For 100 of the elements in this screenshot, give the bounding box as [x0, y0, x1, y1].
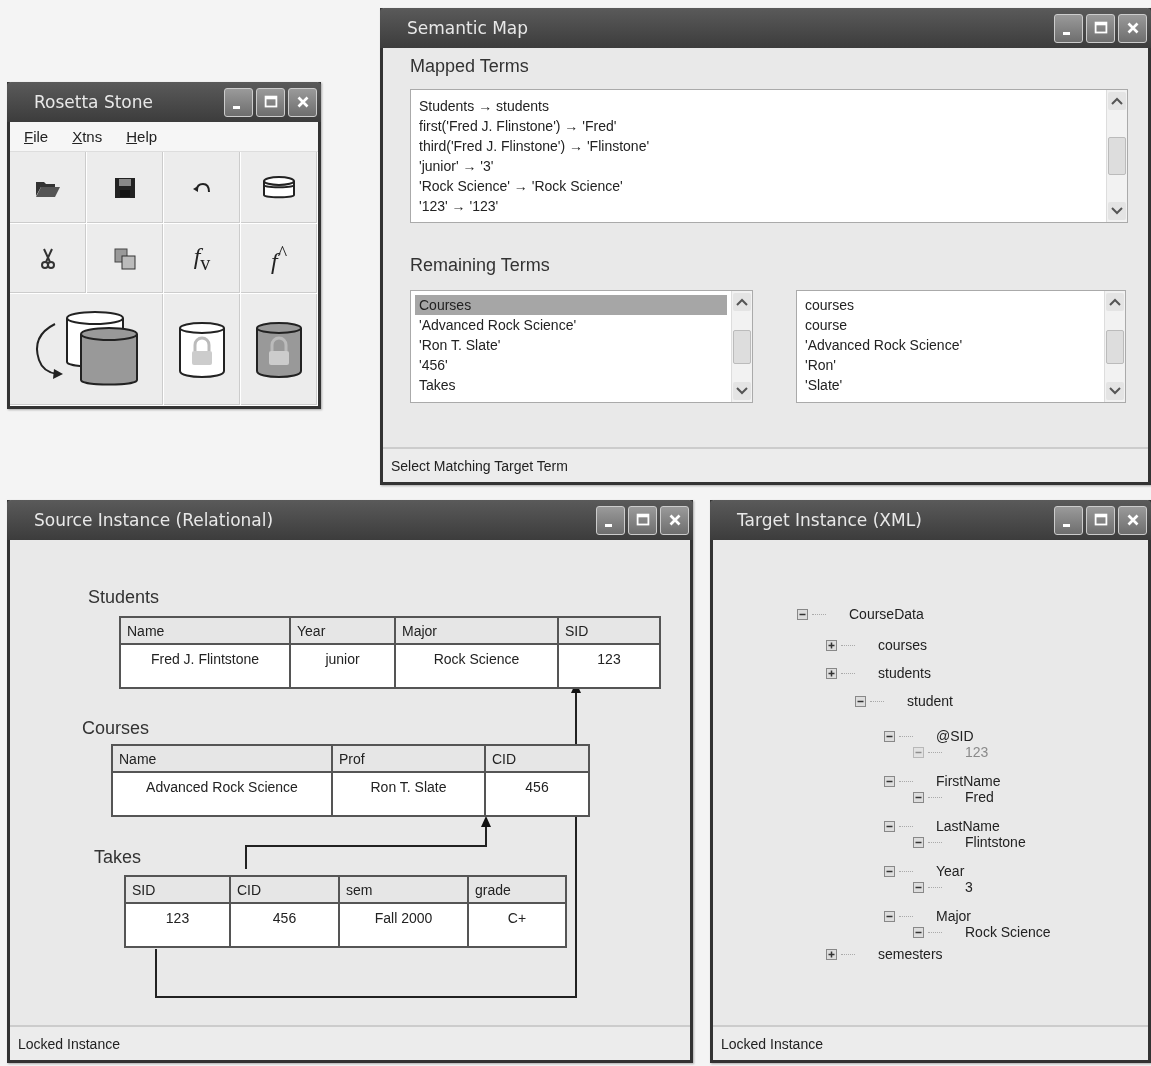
collapse-toggle[interactable] [913, 791, 924, 803]
scroll-thumb[interactable] [1108, 137, 1126, 175]
tree-node[interactable]: courses [878, 637, 928, 653]
scissors-icon [41, 247, 55, 270]
collapse-toggle[interactable] [884, 910, 895, 922]
collapse-toggle[interactable] [913, 926, 924, 938]
copy-icon [114, 247, 136, 270]
table-cell: Ron T. Slate [332, 772, 485, 816]
scroll-down-icon[interactable] [1106, 382, 1124, 400]
collapse-toggle[interactable] [797, 608, 808, 620]
tool-button[interactable] [241, 152, 318, 224]
term-item[interactable]: Courses [415, 295, 727, 315]
tree-node[interactable]: LastName [936, 818, 1000, 834]
close-button[interactable] [1118, 505, 1147, 535]
tool-button[interactable] [241, 294, 318, 406]
table-cell: 456 [230, 903, 339, 947]
term-item[interactable]: 'Ron' [801, 355, 1100, 375]
column-header: Name [120, 617, 290, 644]
tree-node[interactable]: CourseData [849, 606, 924, 622]
tool-button[interactable] [164, 294, 241, 406]
tree-node[interactable]: Major [936, 908, 971, 924]
scroll-down-icon[interactable] [1108, 202, 1126, 220]
scroll-thumb[interactable] [733, 329, 751, 364]
window-title: Semantic Map [407, 18, 529, 38]
collapse-toggle[interactable] [913, 881, 924, 893]
expand-toggle[interactable] [826, 667, 837, 679]
window-title: Source Instance (Relational) [34, 510, 274, 530]
menu-item[interactable]: Help [126, 128, 158, 145]
tree-node[interactable]: semesters [878, 946, 943, 962]
tool-button[interactable] [10, 294, 164, 406]
scrollbar[interactable] [731, 291, 752, 402]
tree-node[interactable]: Year [936, 863, 965, 879]
tree-node[interactable]: Fred [965, 789, 994, 805]
undo-icon [192, 181, 212, 194]
column-header: CID [485, 745, 589, 772]
term-item[interactable]: 'Advanced Rock Science' [801, 335, 1100, 355]
column-header: Year [290, 617, 395, 644]
table-cell: Rock Science [395, 644, 558, 688]
scroll-up-icon[interactable] [733, 293, 751, 311]
expand-toggle[interactable] [826, 639, 837, 651]
maximize-button[interactable] [1086, 13, 1115, 43]
term-item[interactable]: Takes [415, 375, 727, 395]
maximize-button[interactable] [628, 505, 657, 535]
tree-node[interactable]: 3 [965, 879, 973, 895]
formula-button[interactable]: f$_{v}$ [164, 224, 241, 294]
scroll-thumb[interactable] [1106, 329, 1124, 364]
column-header: SID [125, 876, 230, 903]
tool-button[interactable] [87, 152, 164, 224]
scrollbar[interactable] [1106, 90, 1127, 222]
locked-database-icon [178, 320, 226, 379]
minimize-icon [1063, 523, 1070, 527]
mapped-term: Students → students [419, 97, 550, 116]
collapse-toggle[interactable] [884, 865, 895, 877]
term-item[interactable]: 'Advanced Rock Science' [415, 315, 727, 335]
table-cell: Advanced Rock Science [112, 772, 332, 816]
close-button[interactable] [1118, 13, 1147, 43]
term-item[interactable]: courses [801, 295, 1100, 315]
minimize-button[interactable] [224, 87, 253, 117]
mapped-term: 'Rock Science' → 'Rock Science' [419, 177, 624, 196]
close-button[interactable] [288, 87, 317, 117]
window-title: Target Instance (XML) [737, 510, 922, 530]
minimize-button[interactable] [596, 505, 625, 535]
section-label: Remaining Terms [410, 255, 551, 276]
collapse-toggle[interactable] [884, 820, 895, 832]
term-item[interactable]: 'Ron T. Slate' [415, 335, 727, 355]
column-header: sem [339, 876, 468, 903]
scroll-down-icon[interactable] [733, 382, 751, 400]
mapped-term: 'junior' → '3' [419, 157, 495, 176]
term-item[interactable]: '456' [415, 355, 727, 375]
tree-node[interactable]: @SID [936, 728, 974, 744]
scrollbar[interactable] [1104, 291, 1125, 402]
minimize-button[interactable] [1054, 13, 1083, 43]
tree-node[interactable]: FirstName [936, 773, 1001, 789]
scroll-up-icon[interactable] [1108, 92, 1126, 110]
tool-button[interactable] [10, 152, 87, 224]
menu-item[interactable]: Xtns [72, 128, 103, 145]
expand-toggle[interactable] [826, 948, 837, 960]
close-button[interactable] [660, 505, 689, 535]
term-item[interactable]: 'Slate' [801, 375, 1100, 395]
collapse-toggle[interactable] [913, 836, 924, 848]
term-item[interactable]: course [801, 315, 1100, 335]
collapse-toggle[interactable] [884, 775, 895, 787]
table-title: Takes [94, 847, 142, 868]
window-title: Rosetta Stone [34, 92, 153, 112]
scroll-up-icon[interactable] [1106, 293, 1124, 311]
tree-node[interactable]: Rock Science [965, 924, 1051, 940]
tree-node[interactable]: students [878, 665, 931, 681]
tree-node[interactable]: student [907, 693, 953, 709]
mapped-term: '123' → '123' [419, 197, 500, 216]
formula-button[interactable]: f$^{^}$ [241, 224, 318, 294]
table-cell: Fall 2000 [339, 903, 468, 947]
table-title: Courses [82, 718, 150, 739]
tree-node[interactable]: Flintstone [965, 834, 1026, 850]
column-header: CID [230, 876, 339, 903]
menu-item[interactable]: File [24, 128, 49, 145]
maximize-button[interactable] [256, 87, 285, 117]
minimize-button[interactable] [1054, 505, 1083, 535]
collapse-toggle[interactable] [855, 695, 866, 707]
maximize-button[interactable] [1086, 505, 1115, 535]
collapse-toggle[interactable] [884, 730, 895, 742]
